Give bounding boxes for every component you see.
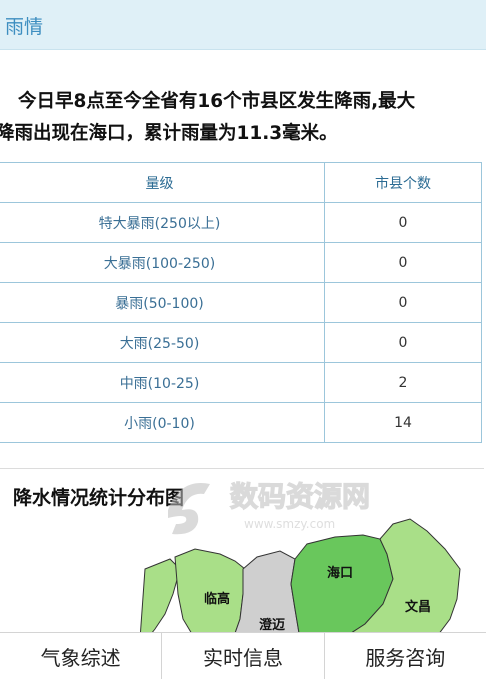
- tab-realtime-info[interactable]: 实时信息: [162, 633, 325, 679]
- watermark-logo: 数码资源网 www.smzy.com: [168, 479, 371, 535]
- count-cell: 2: [324, 362, 482, 403]
- table-row: 小雨(0-10) 14: [0, 402, 482, 443]
- rain-level-table: 量级 市县个数 特大暴雨(250以上) 0 大暴雨(100-250) 0 暴雨(…: [0, 162, 482, 443]
- page-title: 雨情: [5, 16, 44, 38]
- table-row: 暴雨(50-100) 0: [0, 282, 482, 323]
- tab-service-consult[interactable]: 服务咨询: [325, 633, 486, 679]
- bottom-tab-bar: 气象综述 实时信息 服务咨询: [0, 632, 486, 679]
- count-cell: 0: [324, 322, 482, 363]
- level-cell: 特大暴雨(250以上): [0, 202, 325, 243]
- summary-line-1: 今日早8点至今全省有16个市县区发生降雨,最大: [18, 91, 416, 112]
- header-count: 市县个数: [324, 162, 482, 203]
- map-region-west: [139, 558, 181, 639]
- level-cell: 中雨(10-25): [0, 362, 325, 403]
- header-level: 量级: [0, 162, 325, 203]
- app-header: 雨情: [0, 0, 486, 50]
- table-row: 大雨(25-50) 0: [0, 322, 482, 363]
- level-cell: 大雨(25-50): [0, 322, 325, 363]
- count-cell: 14: [324, 402, 482, 443]
- summary-line-2: 降雨出现在海口，累计雨量为11.3毫米。: [0, 123, 338, 144]
- tab-weather-overview[interactable]: 气象综述: [0, 633, 163, 679]
- map-label-chengmai: 澄迈: [259, 617, 285, 633]
- map-label-wenchang: 文昌: [405, 599, 431, 615]
- count-cell: 0: [324, 242, 482, 283]
- rain-summary: 今日早8点至今全省有16个市县区发生降雨,最大 降雨出现在海口，累计雨量为11.…: [0, 86, 486, 150]
- level-cell: 小雨(0-10): [0, 402, 325, 443]
- table-row: 中雨(10-25) 2: [0, 362, 482, 403]
- level-cell: 暴雨(50-100): [0, 282, 325, 323]
- count-cell: 0: [324, 202, 482, 243]
- table-header-row: 量级 市县个数: [0, 162, 482, 203]
- count-cell: 0: [324, 282, 482, 323]
- level-cell: 大暴雨(100-250): [0, 242, 325, 283]
- map-label-haikou: 海口: [327, 565, 353, 581]
- map-title: 降水情况统计分布图: [13, 487, 185, 509]
- table-row: 特大暴雨(250以上) 0: [0, 202, 482, 243]
- watermark-text: 数码资源网: [230, 480, 370, 513]
- table-row: 大暴雨(100-250) 0: [0, 242, 482, 283]
- watermark-url: www.smzy.com: [244, 517, 335, 531]
- map-label-linggao: 临高: [204, 591, 230, 607]
